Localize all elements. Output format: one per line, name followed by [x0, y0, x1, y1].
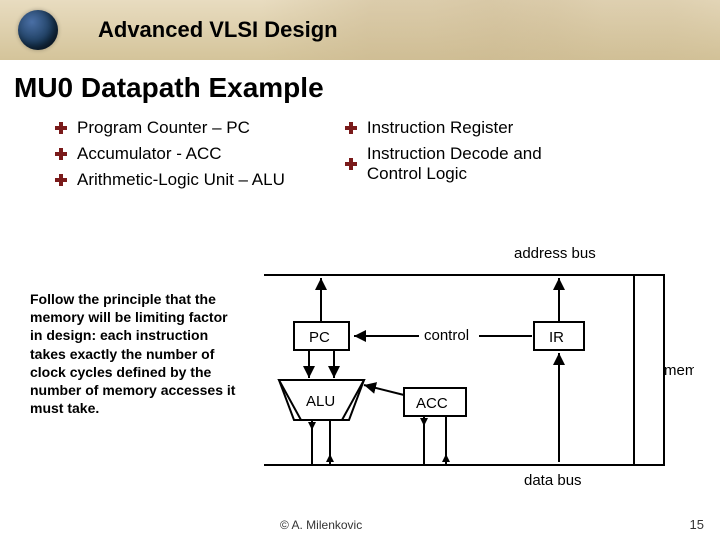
globe-icon — [18, 10, 58, 50]
plus-bullet-icon — [345, 122, 357, 134]
principle-text: Follow the principle that the memory wil… — [30, 290, 240, 417]
label-acc: ACC — [416, 395, 448, 412]
label-pc: PC — [309, 329, 330, 346]
bullet-item: Accumulator - ACC — [55, 144, 285, 164]
header-title: Advanced VLSI Design — [98, 17, 338, 43]
bullet-item: Program Counter – PC — [55, 118, 285, 138]
bullet-text: Program Counter – PC — [77, 118, 250, 138]
footer-copyright: © A. Milenkovic — [280, 518, 362, 532]
footer-page-number: 15 — [690, 517, 704, 532]
slide-title: MU0 Datapath Example — [14, 72, 720, 104]
bullet-text: Arithmetic-Logic Unit – ALU — [77, 170, 285, 190]
bullet-text: Accumulator - ACC — [77, 144, 222, 164]
label-control: control — [424, 327, 469, 344]
label-memory: memory — [664, 362, 694, 379]
datapath-diagram: address bus data bus PC ALU ACC control … — [264, 240, 694, 490]
bullet-text: Instruction Decode and Control Logic — [367, 144, 567, 184]
bullet-item: Instruction Register — [345, 118, 567, 138]
bullets-right-col: Instruction Register Instruction Decode … — [345, 118, 567, 190]
plus-bullet-icon — [55, 148, 67, 160]
bullet-text: Instruction Register — [367, 118, 513, 138]
plus-bullet-icon — [55, 122, 67, 134]
bullet-item: Instruction Decode and Control Logic — [345, 144, 567, 184]
label-ir: IR — [549, 329, 564, 346]
bullets-left-col: Program Counter – PC Accumulator - ACC A… — [55, 118, 285, 190]
label-data-bus: data bus — [524, 472, 582, 489]
bullet-item: Arithmetic-Logic Unit – ALU — [55, 170, 285, 190]
plus-bullet-icon — [55, 174, 67, 186]
header-band: Advanced VLSI Design — [0, 0, 720, 60]
label-alu: ALU — [306, 393, 335, 410]
label-address-bus: address bus — [514, 245, 596, 262]
bullets-row: Program Counter – PC Accumulator - ACC A… — [55, 118, 720, 190]
plus-bullet-icon — [345, 158, 357, 170]
